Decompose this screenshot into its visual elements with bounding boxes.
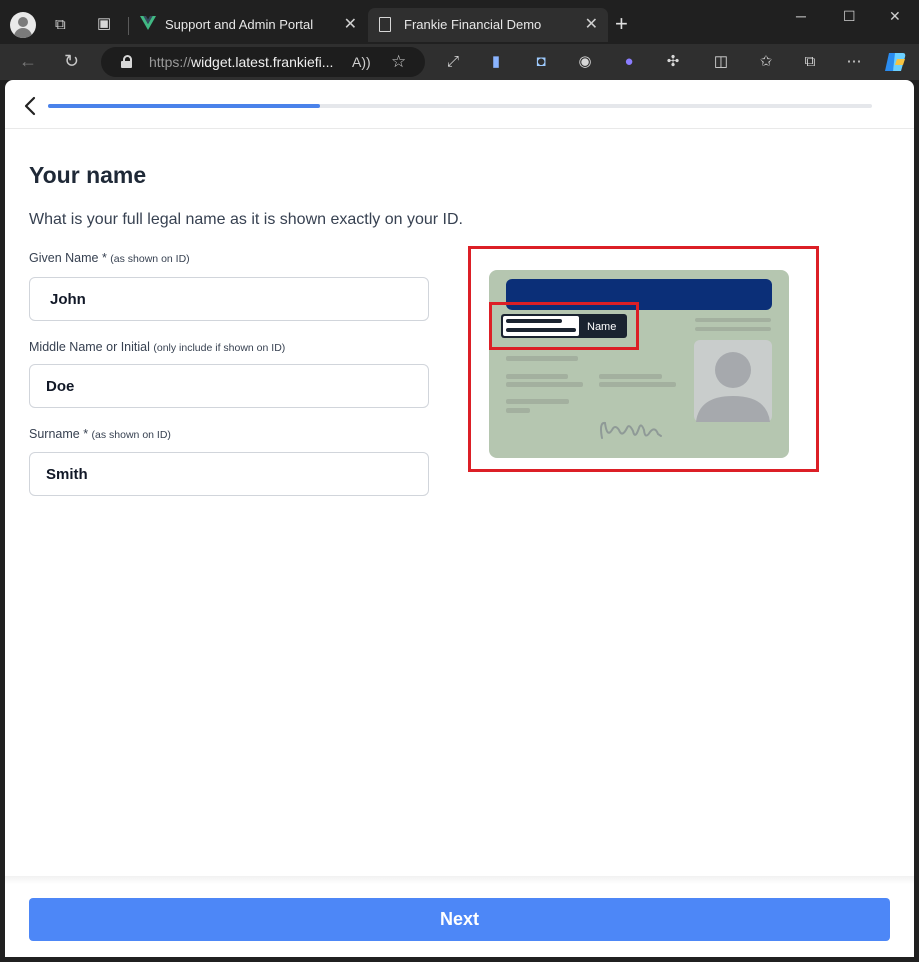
extension-purple-icon[interactable]: ●: [620, 53, 638, 71]
surname-input[interactable]: [29, 452, 429, 496]
minimize-icon[interactable]: ─: [796, 8, 806, 24]
copilot-icon[interactable]: [883, 51, 907, 73]
collections-icon[interactable]: ⧉: [801, 53, 819, 71]
next-button[interactable]: Next: [29, 898, 890, 941]
tab-actions-icon[interactable]: ▣: [97, 16, 111, 31]
surname-label: Surname * (as shown on ID): [29, 427, 171, 441]
footer-separator: [5, 876, 914, 884]
extension-capture-icon[interactable]: ◘: [532, 53, 550, 71]
page-icon: [379, 17, 391, 32]
tab-support-admin-portal[interactable]: Support and Admin Portal ✕: [131, 8, 367, 42]
middle-name-hint: (only include if shown on ID): [153, 342, 286, 354]
screen-expand-icon[interactable]: ⤢: [444, 53, 462, 71]
extension-document-icon[interactable]: ▮: [487, 53, 505, 71]
middle-name-label: Middle Name or Initial (only include if …: [29, 340, 285, 354]
more-menu-icon[interactable]: ⋯: [845, 53, 863, 71]
lock-icon: [121, 55, 132, 68]
page-subtitle: What is your full legal name as it is sh…: [29, 211, 463, 228]
vue-logo-icon: [140, 16, 156, 30]
tab-title: Support and Admin Portal: [165, 17, 314, 32]
given-name-label: Given Name * (as shown on ID): [29, 251, 190, 265]
window-close-icon[interactable]: ✕: [889, 8, 901, 25]
browser-toolbar: ← ↻ https://widget.latest.frankiefi... A…: [0, 44, 919, 80]
favorite-star-icon[interactable]: ☆: [391, 47, 406, 77]
header-divider: [5, 128, 914, 129]
extensions-puzzle-icon[interactable]: ✣: [664, 53, 682, 71]
close-tab-icon[interactable]: ✕: [585, 8, 598, 42]
id-photo-head: [715, 352, 751, 388]
new-tab-icon[interactable]: +: [615, 13, 628, 35]
read-aloud-icon[interactable]: A)): [352, 47, 371, 77]
workspaces-icon[interactable]: ⧉: [55, 17, 66, 32]
given-name-input[interactable]: [29, 277, 429, 321]
given-name-hint: (as shown on ID): [110, 253, 190, 265]
maximize-icon[interactable]: ☐: [843, 8, 856, 25]
close-tab-icon[interactable]: ✕: [344, 8, 357, 42]
surname-label-text: Surname *: [29, 427, 89, 441]
url-prefix: https://: [149, 54, 192, 70]
favorites-icon[interactable]: ✩: [757, 53, 775, 71]
back-chevron-icon[interactable]: [21, 95, 41, 117]
browser-tab-strip: ⧉ ▣ Support and Admin Portal ✕ Frankie F…: [0, 0, 919, 44]
middle-name-input[interactable]: [29, 364, 429, 408]
back-arrow-icon[interactable]: ←: [19, 52, 37, 70]
tab-divider: [128, 17, 129, 35]
tab-title: Frankie Financial Demo: [404, 17, 542, 32]
tab-frankie-financial-demo[interactable]: Frankie Financial Demo ✕: [368, 8, 608, 42]
refresh-icon[interactable]: ↻: [64, 52, 79, 70]
progress-fill: [48, 104, 320, 108]
url-host: widget.latest.frankiefi...: [191, 54, 334, 70]
split-screen-icon[interactable]: ◫: [712, 53, 730, 71]
extension-puck-icon[interactable]: ◉: [576, 53, 594, 71]
profile-avatar-icon[interactable]: [10, 12, 36, 38]
address-bar[interactable]: https://widget.latest.frankiefi... A)) ☆: [101, 47, 425, 77]
given-name-label-text: Given Name *: [29, 251, 107, 265]
name-highlight-frame: [489, 302, 639, 350]
progress-bar: [48, 104, 872, 108]
surname-hint: (as shown on ID): [91, 429, 171, 441]
middle-name-label-text: Middle Name or Initial: [29, 340, 150, 354]
id-card-illustration: Name: [489, 270, 789, 458]
page-title: Your name: [29, 162, 147, 188]
page-viewport: Your name What is your full legal name a…: [5, 80, 914, 957]
